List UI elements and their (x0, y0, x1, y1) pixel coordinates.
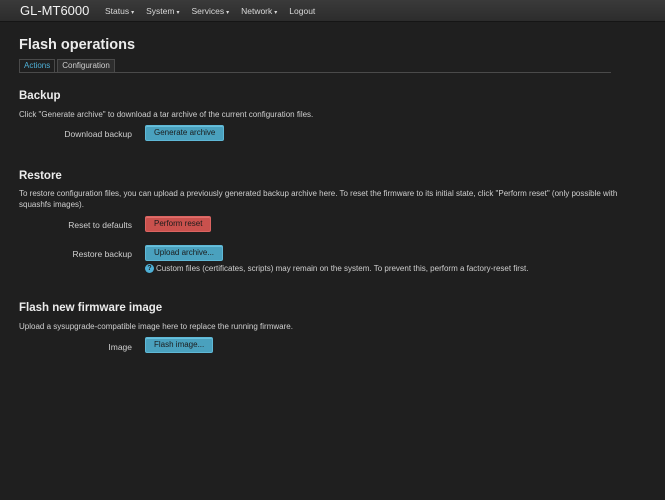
menu-system[interactable]: System ▾ (146, 6, 179, 16)
tab-actions[interactable]: Actions (19, 59, 56, 73)
chevron-down-icon: ▾ (226, 10, 230, 16)
upload-archive-button[interactable]: Upload archive... (145, 245, 224, 261)
menu-logout-label: Logout (289, 6, 316, 16)
top-navbar: GL-MT6000 Status ▾ System ▾ Services ▾ Netw… (0, 0, 665, 22)
menu-system-label: System (146, 6, 175, 16)
menu-services[interactable]: Services ▾ (191, 6, 229, 16)
download-backup-label: Download backup (64, 129, 132, 139)
restore-section-title: Restore (19, 170, 62, 182)
restore-backup-label: Restore backup (72, 249, 132, 259)
backup-section-title: Backup (19, 90, 61, 102)
restore-hint-text: Custom files (certificates, scripts) may… (156, 264, 529, 273)
backup-description: Click "Generate archive" to download a t… (19, 110, 314, 119)
menu-services-label: Services (191, 6, 225, 16)
tab-configuration[interactable]: Configuration (57, 59, 115, 73)
tab-divider (19, 72, 611, 73)
help-icon: ? (145, 264, 154, 273)
generate-archive-button[interactable]: Generate archive (145, 125, 225, 141)
restore-description: To restore configuration files, you can … (19, 189, 618, 209)
menu-status[interactable]: Status ▾ (105, 6, 134, 16)
chevron-down-icon: ▾ (131, 10, 135, 16)
page-title: Flash operations (19, 37, 136, 53)
flash-description: Upload a sysupgrade-compatible image her… (19, 322, 293, 331)
menu-network[interactable]: Network ▾ (241, 6, 277, 16)
chevron-down-icon: ▾ (274, 10, 278, 16)
menu-network-label: Network (241, 6, 273, 16)
tab-bar: Actions Configuration (19, 59, 117, 73)
main-menu: Status ▾ System ▾ Services ▾ Network ▾ Logou… (105, 6, 327, 16)
menu-status-label: Status (105, 6, 130, 16)
menu-logout[interactable]: Logout (289, 6, 315, 16)
flash-section-title: Flash new firmware image (19, 302, 163, 314)
flash-image-button[interactable]: Flash image... (145, 337, 214, 353)
restore-hint: ? Custom files (certificates, scripts) m… (145, 264, 528, 273)
reset-to-defaults-label: Reset to defaults (68, 220, 132, 230)
brand-logo[interactable]: GL-MT6000 (20, 3, 89, 18)
chevron-down-icon: ▾ (176, 10, 180, 16)
perform-reset-button[interactable]: Perform reset (145, 216, 212, 232)
image-label: Image (108, 342, 132, 352)
